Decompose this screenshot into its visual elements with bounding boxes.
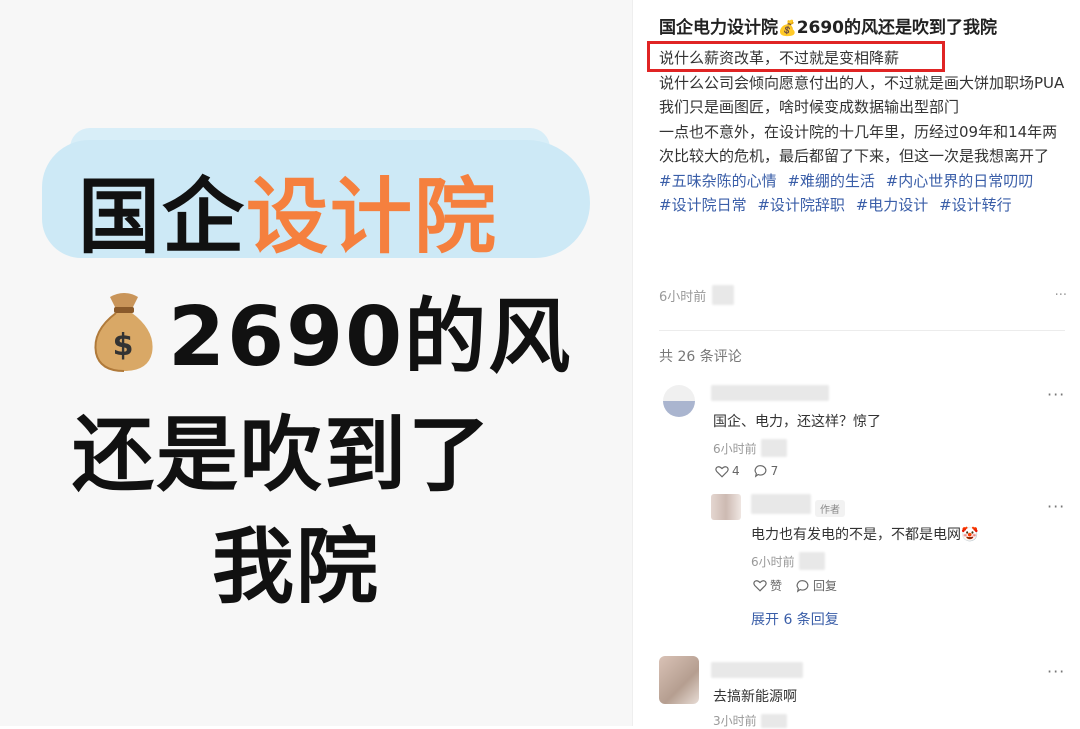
expand-replies-button[interactable]: 展开 6 条回复 [751, 609, 839, 629]
cover-line-2-text: 2690的风 [168, 290, 573, 385]
reply-button[interactable]: 7 [754, 464, 779, 478]
cover-line-3: 还是吹到了 [72, 408, 493, 503]
post-paragraph: 说什么公司会倾向愿意付出的人，不过就是画大饼加职场PUA [659, 73, 1065, 92]
comment-time-text: 6小时前 [713, 441, 757, 456]
tag-link[interactable]: #内心世界的日常叨叨 [886, 172, 1034, 190]
post-meta: 6小时前 ··· [659, 285, 1067, 305]
like-count: 4 [732, 464, 740, 478]
comment-time-text: 6小时前 [751, 554, 795, 569]
reply-count: 7 [770, 464, 779, 478]
comment-text: 去搞新能源啊 [713, 689, 797, 705]
tag-link[interactable]: #难绷的生活 [787, 172, 875, 190]
cover-line-1-orange: 设计院 [246, 170, 499, 265]
tag-link[interactable]: #设计转行 [939, 196, 1012, 214]
divider [659, 330, 1065, 331]
blurred-username[interactable] [751, 494, 811, 514]
tag-link[interactable]: #设计院辞职 [757, 196, 845, 214]
cover-line-1-black: 国企 [78, 170, 247, 265]
avatar[interactable] [663, 385, 695, 417]
like-button[interactable]: 赞 [753, 577, 782, 594]
post-time: 6小时前 [659, 289, 707, 305]
comment-time: 6小时前 [713, 439, 787, 457]
more-options-icon[interactable]: ··· [1047, 385, 1065, 404]
blurred-location [760, 439, 787, 457]
blurred-username[interactable] [711, 662, 803, 678]
more-options-icon[interactable]: ··· [1047, 662, 1065, 681]
more-options-icon[interactable]: ··· [1047, 497, 1065, 516]
comment-actions: 赞 回复 [753, 577, 837, 594]
heart-icon [715, 465, 729, 478]
blurred-username[interactable] [711, 385, 829, 401]
avatar[interactable] [711, 494, 741, 520]
cover-line-1: 国企设计院 [78, 150, 498, 269]
tag-link[interactable]: #设计院日常 [659, 196, 747, 214]
post-panel: 国企电力设计院💰2690的风还是吹到了我院 说什么薪资改革，不过就是变相降薪 说… [632, 0, 1080, 729]
avatar[interactable] [659, 656, 699, 704]
like-button[interactable]: 4 [715, 464, 740, 478]
comment-time: 6小时前 [751, 552, 825, 570]
post-paragraph: 我们只是画图匠，啥时候变成数据输出型部门 [659, 98, 960, 116]
red-highlight-box [647, 41, 945, 72]
post-title: 国企电力设计院💰2690的风还是吹到了我院 [659, 13, 997, 38]
cover-line-4: 我院 [212, 520, 381, 615]
blurred-location [760, 713, 787, 728]
comment-time: 3小时前 [713, 712, 787, 729]
comment-text-content: 电力也有发电的不是，不都是电网 [751, 527, 961, 543]
post-title-part1: 国企电力设计院 [659, 18, 778, 38]
svg-text:$: $ [113, 328, 136, 363]
emoji-icon: 🤡 [961, 527, 979, 543]
author-badge: 作者 [815, 500, 845, 517]
comment-text: 电力也有发电的不是，不都是电网🤡 [751, 524, 978, 544]
comment-time-text: 3小时前 [713, 714, 757, 728]
comment-bubble-icon [796, 579, 809, 593]
money-bag-icon: $ [88, 287, 160, 373]
blurred-location [712, 285, 735, 305]
blurred-location [798, 552, 825, 570]
cover-line-2: $ 2690的风 [88, 270, 572, 389]
cover-image[interactable]: 国企设计院 $ 2690的风 还是吹到了 我院 [0, 0, 632, 726]
comment-count: 共 26 条评论 [659, 349, 742, 365]
comment-text: 国企、电力，还这样？惊了 [713, 414, 881, 430]
post-paragraph: 一点也不意外，在设计院的十几年里，历经过09年和14年两次比较大的危机，最后都留… [659, 122, 1058, 166]
comment-actions: 4 7 [715, 464, 778, 478]
heart-icon [753, 580, 767, 592]
tag-list: #五味杂陈的心情 #难绷的生活 #内心世界的日常叨叨 #设计院日常 #设计院辞职… [659, 169, 1069, 218]
reply-label: 回复 [813, 579, 838, 593]
more-options-icon[interactable]: ··· [1055, 288, 1067, 303]
post-title-part2: 2690的风还是吹到了我院 [796, 18, 998, 38]
comment-bubble-icon [754, 465, 767, 478]
like-label: 赞 [770, 579, 783, 593]
tag-link[interactable]: #五味杂陈的心情 [659, 172, 777, 190]
money-bag-emoji-icon: 💰 [778, 19, 797, 37]
reply-button[interactable]: 回复 [796, 577, 837, 594]
tag-link[interactable]: #电力设计 [856, 196, 929, 214]
